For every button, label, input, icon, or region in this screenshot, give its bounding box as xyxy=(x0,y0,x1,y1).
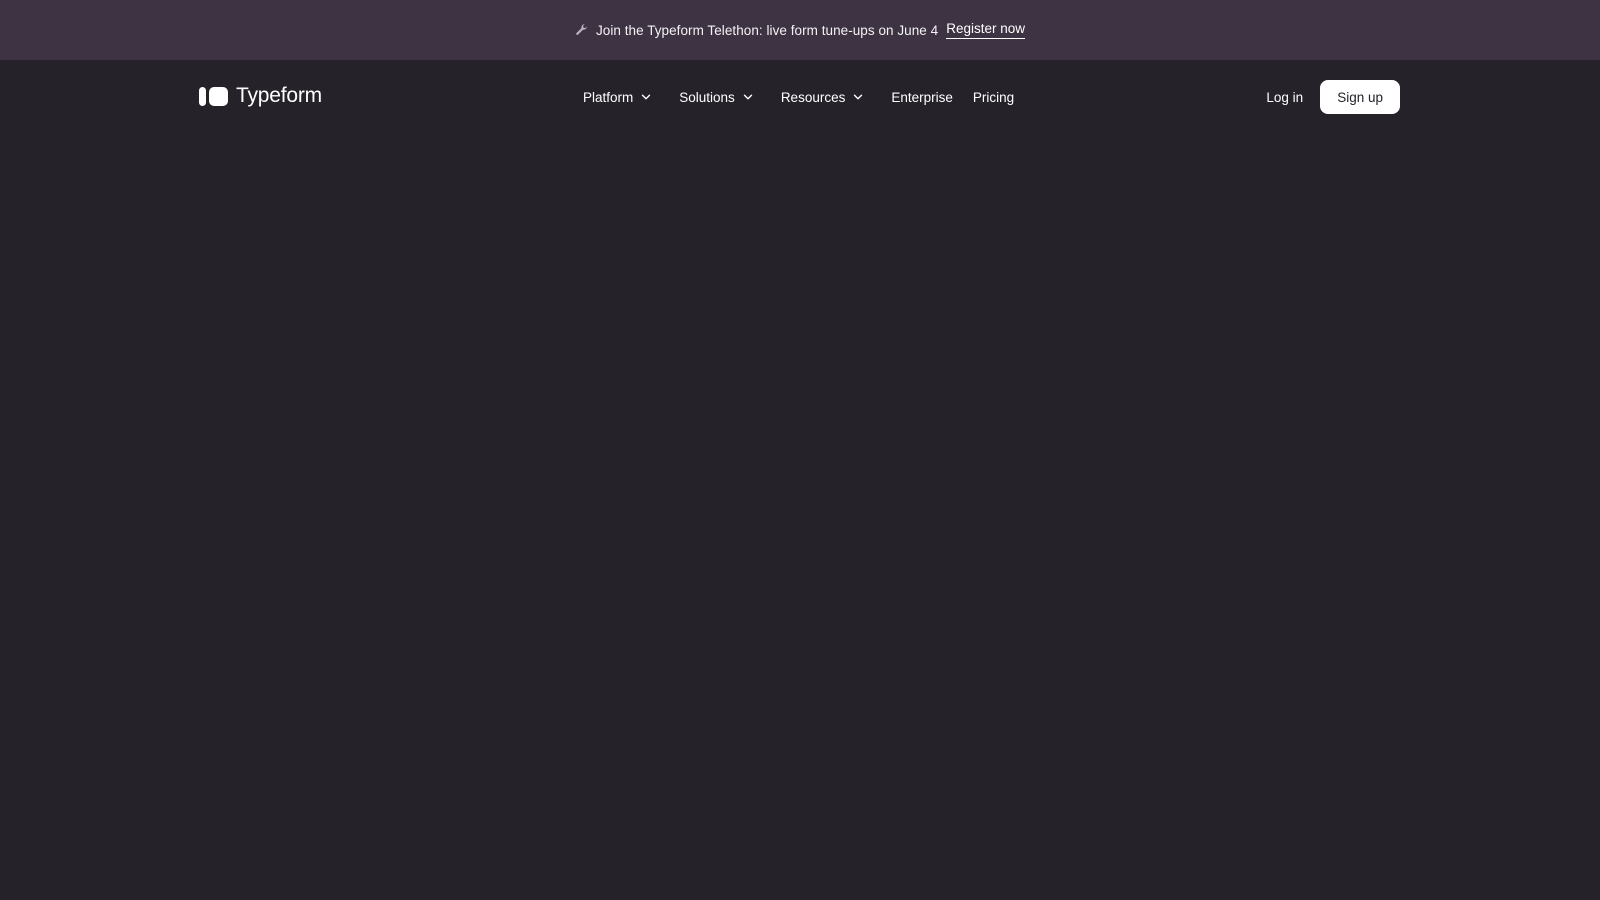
primary-nav: Platform Solutions Resources Enterprise … xyxy=(583,60,1034,134)
auth-actions: Log in Sign up xyxy=(1266,80,1400,114)
typeform-logo-icon xyxy=(199,86,228,106)
nav-item-solutions[interactable]: Solutions xyxy=(679,90,754,105)
typeform-logo[interactable]: Typeform xyxy=(199,84,322,108)
nav-item-resources[interactable]: Resources xyxy=(781,90,865,105)
nav-item-label: Solutions xyxy=(679,89,735,105)
banner-text: Join the Typeform Telethon: live form tu… xyxy=(595,22,939,38)
nav-item-label: Resources xyxy=(780,89,846,105)
nav-item-enterprise[interactable]: Enterprise xyxy=(891,90,953,105)
wrench-icon xyxy=(575,23,589,37)
main-content-area xyxy=(0,134,1600,900)
nav-item-label: Platform xyxy=(583,89,634,105)
sign-up-button[interactable]: Sign up xyxy=(1320,80,1400,114)
chevron-down-icon xyxy=(640,91,652,103)
register-now-link[interactable]: Register now xyxy=(946,21,1026,39)
chevron-down-icon xyxy=(852,91,864,103)
banner-content: Join the Typeform Telethon: live form tu… xyxy=(575,21,1026,39)
logo-text: Typeform xyxy=(236,84,322,107)
announcement-banner: Join the Typeform Telethon: live form tu… xyxy=(0,0,1600,60)
nav-item-label: Enterprise xyxy=(891,89,953,105)
log-in-link[interactable]: Log in xyxy=(1266,90,1303,105)
nav-item-platform[interactable]: Platform xyxy=(583,90,652,105)
main-navbar: Typeform Platform Solutions Resources En… xyxy=(0,60,1600,134)
chevron-down-icon xyxy=(742,91,754,103)
nav-item-label: Pricing xyxy=(972,89,1015,105)
nav-item-pricing[interactable]: Pricing xyxy=(973,90,1014,105)
